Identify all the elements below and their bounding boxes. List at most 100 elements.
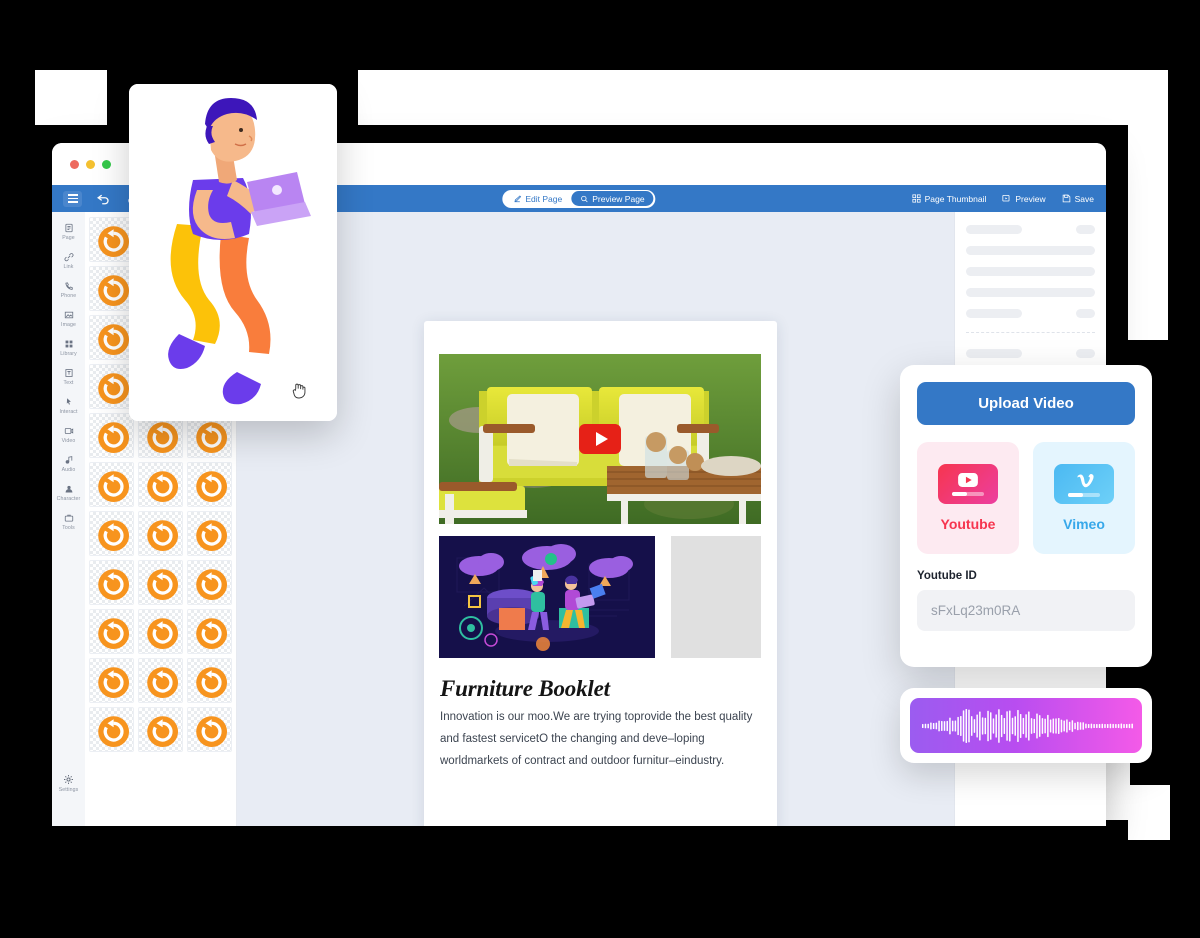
police-car-asset[interactable] bbox=[89, 364, 134, 409]
refresh-badge-icon[interactable] bbox=[145, 420, 180, 455]
refresh-badge-icon[interactable] bbox=[145, 616, 180, 651]
scooter-rider-asset[interactable] bbox=[89, 266, 134, 311]
tools-icon bbox=[64, 511, 74, 524]
refresh-badge-icon[interactable] bbox=[194, 469, 229, 504]
refresh-badge-icon[interactable] bbox=[194, 420, 229, 455]
floating-illustration-card[interactable] bbox=[129, 84, 337, 421]
page-mode-toggle: Edit Page Preview Page bbox=[502, 189, 656, 208]
blue-van-asset[interactable] bbox=[89, 560, 134, 605]
refresh-badge-icon[interactable] bbox=[145, 518, 180, 553]
pink-car-asset[interactable] bbox=[138, 560, 183, 605]
sidebar-item-link[interactable]: Link bbox=[52, 250, 85, 270]
page-icon bbox=[64, 221, 74, 234]
provider-card-vimeo[interactable]: Vimeo bbox=[1033, 442, 1135, 554]
refresh-badge-icon[interactable] bbox=[96, 371, 131, 406]
page-paragraph: Innovation is our moo.We are trying topr… bbox=[440, 711, 753, 767]
train-asset[interactable] bbox=[89, 413, 134, 458]
refresh-badge-icon[interactable] bbox=[194, 616, 229, 651]
police-cruiser-asset[interactable] bbox=[89, 707, 134, 752]
save-button[interactable]: Save bbox=[1062, 194, 1094, 204]
refresh-badge-icon[interactable] bbox=[96, 420, 131, 455]
sidebar-item-character[interactable]: Character bbox=[52, 482, 85, 502]
refresh-badge-icon[interactable] bbox=[96, 714, 131, 749]
upload-video-button[interactable]: Upload Video bbox=[917, 382, 1135, 425]
refresh-badge-icon[interactable] bbox=[145, 665, 180, 700]
refresh-badge-icon[interactable] bbox=[96, 224, 131, 259]
page-thumbnail-button[interactable]: Page Thumbnail bbox=[912, 194, 986, 204]
refresh-badge-icon[interactable] bbox=[145, 469, 180, 504]
undo-icon[interactable] bbox=[95, 190, 112, 207]
vintage-car-asset[interactable] bbox=[89, 609, 134, 654]
skeleton-pill bbox=[1076, 309, 1095, 318]
sidebar-item-phone[interactable]: Phone bbox=[52, 279, 85, 299]
gear-icon bbox=[63, 773, 74, 786]
refresh-badge-icon[interactable] bbox=[96, 469, 131, 504]
close-button[interactable] bbox=[70, 159, 79, 169]
refresh-badge-icon[interactable] bbox=[145, 567, 180, 602]
refresh-badge-icon[interactable] bbox=[194, 665, 229, 700]
sidebar-item-library[interactable]: Library bbox=[52, 337, 85, 357]
waveform-bars bbox=[922, 708, 1133, 743]
audio-waveform-panel[interactable] bbox=[900, 688, 1152, 763]
arch-cart-asset[interactable] bbox=[187, 658, 232, 703]
sidebar-item-interact[interactable]: Interact bbox=[52, 395, 85, 415]
cookie-asset[interactable] bbox=[89, 217, 134, 262]
beige-car-asset[interactable] bbox=[89, 315, 134, 360]
refresh-badge-icon[interactable] bbox=[96, 616, 131, 651]
blue-sedan-asset[interactable] bbox=[187, 462, 232, 507]
race-car-asset[interactable] bbox=[187, 609, 232, 654]
sidebar-item-audio[interactable]: Audio bbox=[52, 453, 85, 473]
page-preview-card[interactable]: Furniture Booklet Innovation is our moo.… bbox=[424, 321, 777, 826]
provider-card-youtube[interactable]: Youtube bbox=[917, 442, 1019, 554]
refresh-badge-icon[interactable] bbox=[96, 322, 131, 357]
refresh-badge-icon[interactable] bbox=[96, 567, 131, 602]
skeleton-pill bbox=[1076, 349, 1095, 358]
library-icon bbox=[64, 337, 74, 350]
minimize-button[interactable] bbox=[86, 159, 95, 169]
provider-label-vimeo: Vimeo bbox=[1063, 516, 1105, 532]
tab-edit-page[interactable]: Edit Page bbox=[504, 191, 571, 206]
sidebar-item-settings[interactable]: Settings bbox=[52, 773, 85, 793]
sidebar-item-audio-label: Audio bbox=[61, 467, 76, 473]
refresh-badge-icon[interactable] bbox=[96, 273, 131, 308]
hand-cart-asset[interactable] bbox=[138, 658, 183, 703]
sidebar-item-interact-label: Interact bbox=[59, 409, 78, 415]
preview-button[interactable]: Preview bbox=[1002, 193, 1046, 204]
sidebar-item-image[interactable]: Image bbox=[52, 308, 85, 328]
sidebar-item-text-label: Text bbox=[63, 380, 74, 386]
youtube-progress-bar bbox=[952, 491, 984, 496]
furniture-video-thumbnail[interactable] bbox=[439, 354, 761, 524]
refresh-badge-icon[interactable] bbox=[194, 518, 229, 553]
phone-icon bbox=[64, 279, 74, 292]
skeleton-bar bbox=[966, 225, 1022, 234]
jeep-asset[interactable] bbox=[89, 658, 134, 703]
youtube-id-label: Youtube ID bbox=[917, 570, 977, 582]
tab-preview-page[interactable]: Preview Page bbox=[571, 191, 654, 206]
refresh-badge-icon[interactable] bbox=[194, 567, 229, 602]
traffic-light-asset-1[interactable] bbox=[138, 511, 183, 556]
sidebar-item-page[interactable]: Page bbox=[52, 221, 85, 241]
traffic-light-asset-2[interactable] bbox=[187, 511, 232, 556]
refresh-badge-icon[interactable] bbox=[145, 714, 180, 749]
video-upload-panel[interactable]: Upload Video Youtube Vimeo Youtube ID sF… bbox=[900, 365, 1152, 667]
youtube-id-input[interactable] bbox=[917, 590, 1135, 631]
sidebar-item-video[interactable]: Video bbox=[52, 424, 85, 444]
refresh-badge-icon[interactable] bbox=[194, 714, 229, 749]
audio-waveform[interactable] bbox=[910, 698, 1142, 753]
sidebar-item-tools[interactable]: Tools bbox=[52, 511, 85, 531]
cargo-ship-asset[interactable] bbox=[89, 511, 134, 556]
youtube-icon bbox=[938, 464, 998, 504]
tank-asset[interactable] bbox=[187, 707, 232, 752]
orange-truck-asset[interactable] bbox=[187, 560, 232, 605]
school-bus-asset[interactable] bbox=[89, 462, 134, 507]
hamburger-icon[interactable] bbox=[63, 190, 82, 207]
sidebar-item-text[interactable]: Text bbox=[52, 366, 85, 386]
food-cart-asset[interactable] bbox=[138, 609, 183, 654]
refresh-badge-icon[interactable] bbox=[96, 665, 131, 700]
preview-label: Preview bbox=[1015, 193, 1046, 204]
rocket-asset[interactable] bbox=[138, 707, 183, 752]
refresh-badge-icon[interactable] bbox=[96, 518, 131, 553]
blue-truck-asset[interactable] bbox=[138, 462, 183, 507]
maximize-button[interactable] bbox=[102, 159, 111, 169]
youtube-play-icon[interactable] bbox=[579, 424, 621, 454]
